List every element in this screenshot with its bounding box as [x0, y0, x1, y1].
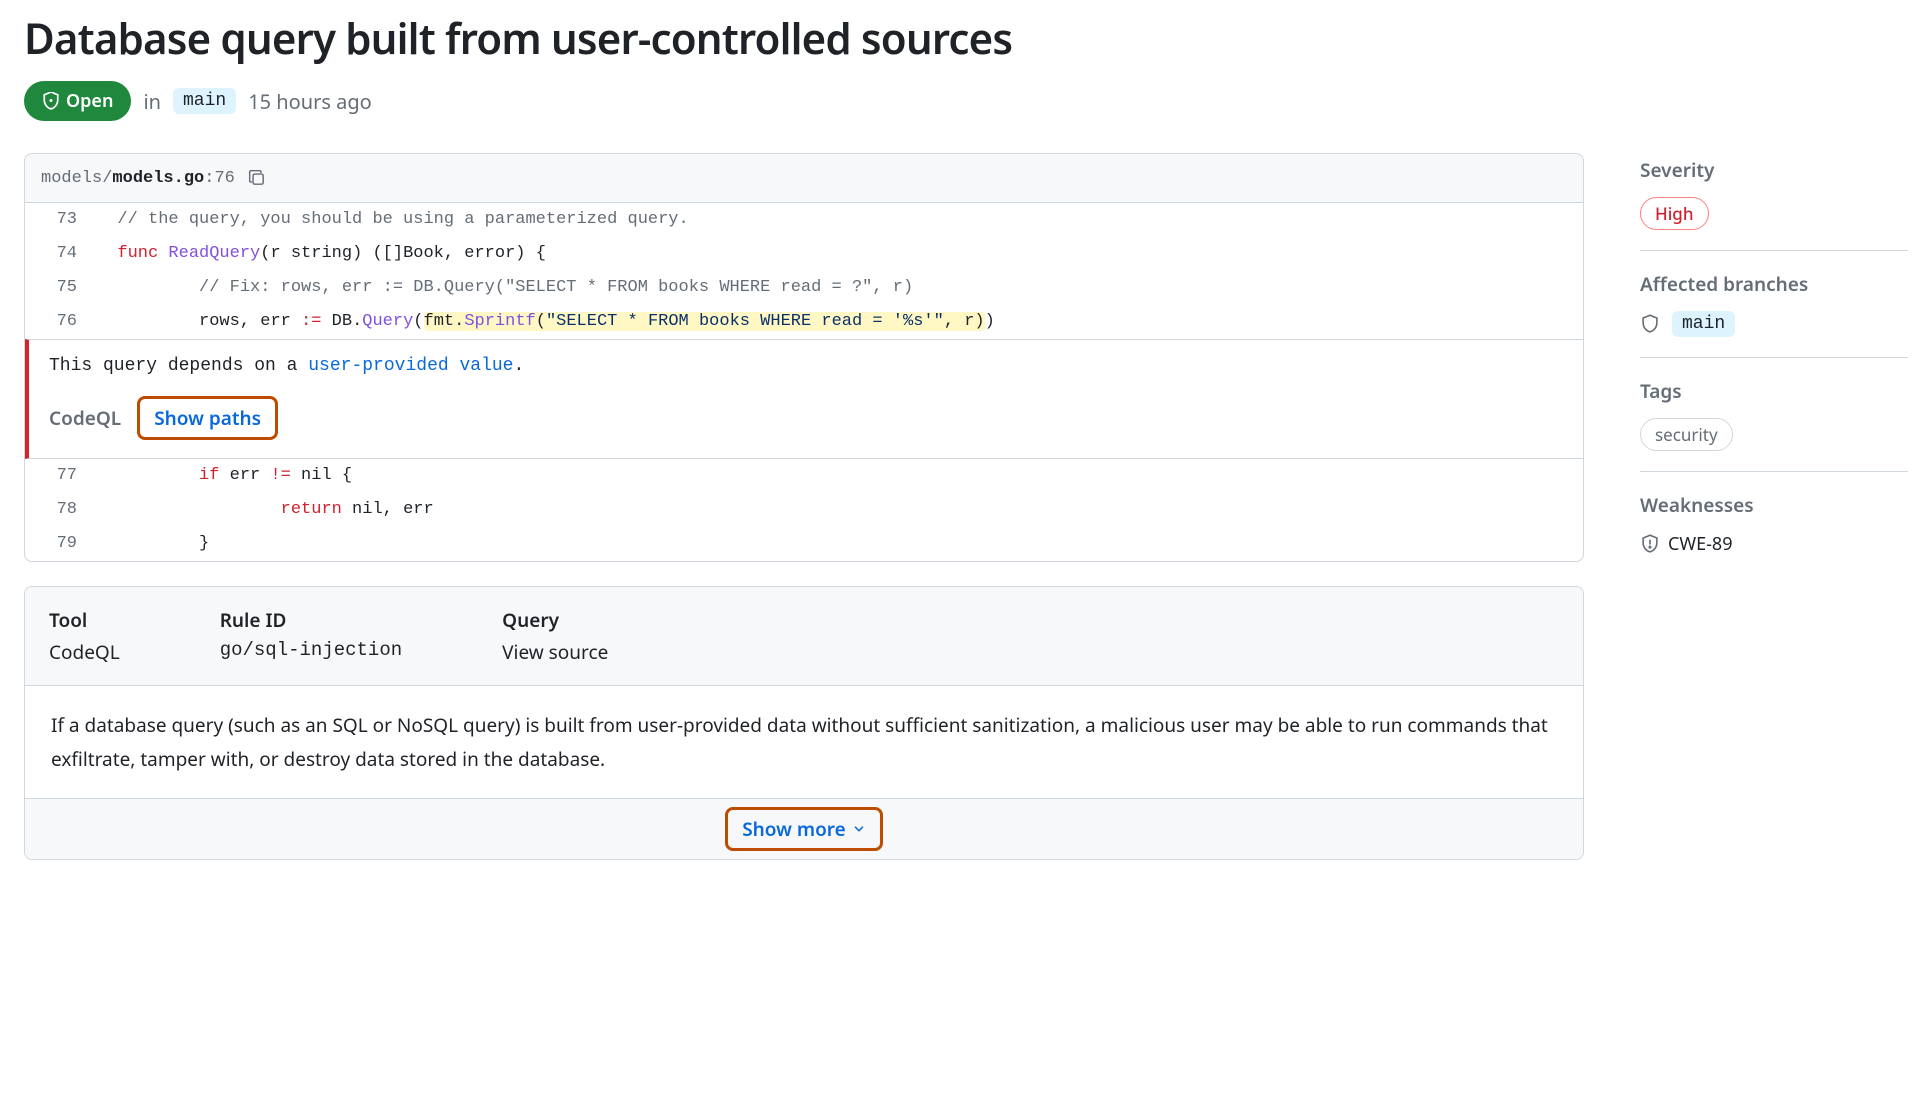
alert-meta-row: Open in main 15 hours ago	[24, 81, 1908, 121]
state-label: Open	[66, 89, 113, 113]
code-text: (	[413, 312, 423, 331]
code-line: 75 // Fix: rows, err := DB.Query("SELECT…	[25, 271, 1583, 305]
line-number: 75	[25, 271, 97, 305]
tool-label: Tool	[49, 607, 120, 633]
line-number: 77	[25, 459, 97, 493]
query-label: Query	[502, 607, 608, 633]
weaknesses-section: Weaknesses CWE-89	[1640, 492, 1908, 576]
code-text: nil {	[291, 466, 352, 485]
shield-exclamation-icon	[1640, 534, 1660, 554]
affected-branches-section: Affected branches main	[1640, 271, 1908, 358]
codeql-label: CodeQL	[49, 405, 121, 431]
ruleid-label: Rule ID	[220, 607, 402, 633]
code-keyword: func	[117, 244, 158, 263]
code-string: "SELECT * FROM books WHERE read = '%s'"	[546, 312, 944, 331]
alert-link[interactable]: user-provided value	[308, 356, 513, 376]
chevron-down-icon	[852, 822, 866, 836]
shield-icon	[42, 92, 60, 110]
code-text: err	[219, 466, 270, 485]
code-text: , r)	[944, 312, 985, 331]
code-comment: // Fix: rows, err := DB.Query("SELECT * …	[199, 278, 913, 297]
code-text: rows, err	[199, 312, 301, 331]
severity-section: Severity High	[1640, 157, 1908, 251]
rule-meta: Tool CodeQL Rule ID go/sql-injection Que…	[25, 587, 1583, 686]
line-number: 79	[25, 527, 97, 561]
tag-chip[interactable]: security	[1640, 418, 1733, 451]
show-paths-button[interactable]: Show paths	[137, 396, 278, 440]
code-text: DB.	[321, 312, 362, 331]
code-line: 76 rows, err := DB.Query(fmt.Sprintf("SE…	[25, 305, 1583, 339]
alert-text: .	[513, 356, 524, 376]
alert-block: This query depends on a user-provided va…	[25, 339, 1583, 459]
code-block: 73 // the query, you should be using a p…	[25, 203, 1583, 339]
line-number: 73	[25, 203, 97, 237]
code-line: 77 if err != nil {	[25, 459, 1583, 493]
alert-text: This query depends on a	[49, 356, 308, 376]
show-more-label: Show more	[742, 816, 846, 842]
query-view-source-link[interactable]: View source	[502, 639, 608, 665]
code-keyword: return	[281, 500, 342, 519]
code-text: (	[536, 312, 546, 331]
sidebar: Severity High Affected branches main Tag…	[1640, 153, 1908, 596]
show-more-wrap: Show more	[25, 798, 1583, 859]
code-func: ReadQuery	[158, 244, 260, 263]
file-path-line: :76	[204, 169, 235, 188]
severity-heading: Severity	[1640, 157, 1908, 183]
line-number: 76	[25, 305, 97, 339]
code-panel: models/models.go:76 73 // the query, you…	[24, 153, 1584, 562]
page-title: Database query built from user-controlle…	[24, 10, 1908, 67]
affected-branches-heading: Affected branches	[1640, 271, 1908, 297]
code-text: nil, err	[342, 500, 434, 519]
code-op: :=	[301, 312, 321, 331]
ruleid-value: go/sql-injection	[220, 639, 402, 661]
code-line: 79 }	[25, 527, 1583, 561]
rule-panel: Tool CodeQL Rule ID go/sql-injection Que…	[24, 586, 1584, 860]
code-text: }	[199, 534, 209, 553]
shield-icon	[1640, 314, 1660, 334]
code-keyword: if	[199, 466, 219, 485]
code-text: .	[454, 312, 464, 331]
weakness-link[interactable]: CWE-89	[1668, 532, 1733, 556]
alert-message: This query depends on a user-provided va…	[49, 356, 1563, 376]
weaknesses-heading: Weaknesses	[1640, 492, 1908, 518]
copy-icon	[248, 169, 266, 187]
affected-branch-chip[interactable]: main	[1672, 311, 1735, 337]
tags-heading: Tags	[1640, 378, 1908, 404]
code-text: (r string) ([]Book, error) {	[260, 244, 546, 263]
time-ago: 15 hours ago	[248, 88, 372, 115]
code-line: 74 func ReadQuery(r string) ([]Book, err…	[25, 237, 1583, 271]
state-badge-open: Open	[24, 81, 131, 121]
code-op: !=	[270, 466, 290, 485]
branch-chip[interactable]: main	[173, 88, 236, 114]
code-text: fmt	[424, 312, 455, 331]
tags-section: Tags security	[1640, 378, 1908, 472]
file-path-file[interactable]: models.go	[112, 169, 204, 188]
code-line: 73 // the query, you should be using a p…	[25, 203, 1583, 237]
code-line: 78 return nil, err	[25, 493, 1583, 527]
copy-path-button[interactable]	[245, 166, 269, 190]
file-path-header: models/models.go:76	[25, 154, 1583, 203]
severity-badge: High	[1640, 197, 1709, 230]
line-number: 78	[25, 493, 97, 527]
tool-value: CodeQL	[49, 639, 120, 665]
in-label: in	[143, 88, 161, 115]
code-block: 77 if err != nil { 78 return nil, err 79…	[25, 459, 1583, 561]
code-func: Query	[362, 312, 413, 331]
code-func: Sprintf	[464, 312, 535, 331]
code-text: )	[985, 312, 995, 331]
file-path-dir: models/	[41, 169, 112, 188]
code-comment: // the query, you should be using a para…	[117, 210, 688, 229]
line-number: 74	[25, 237, 97, 271]
show-more-button[interactable]: Show more	[725, 807, 883, 851]
rule-description: If a database query (such as an SQL or N…	[25, 686, 1583, 798]
